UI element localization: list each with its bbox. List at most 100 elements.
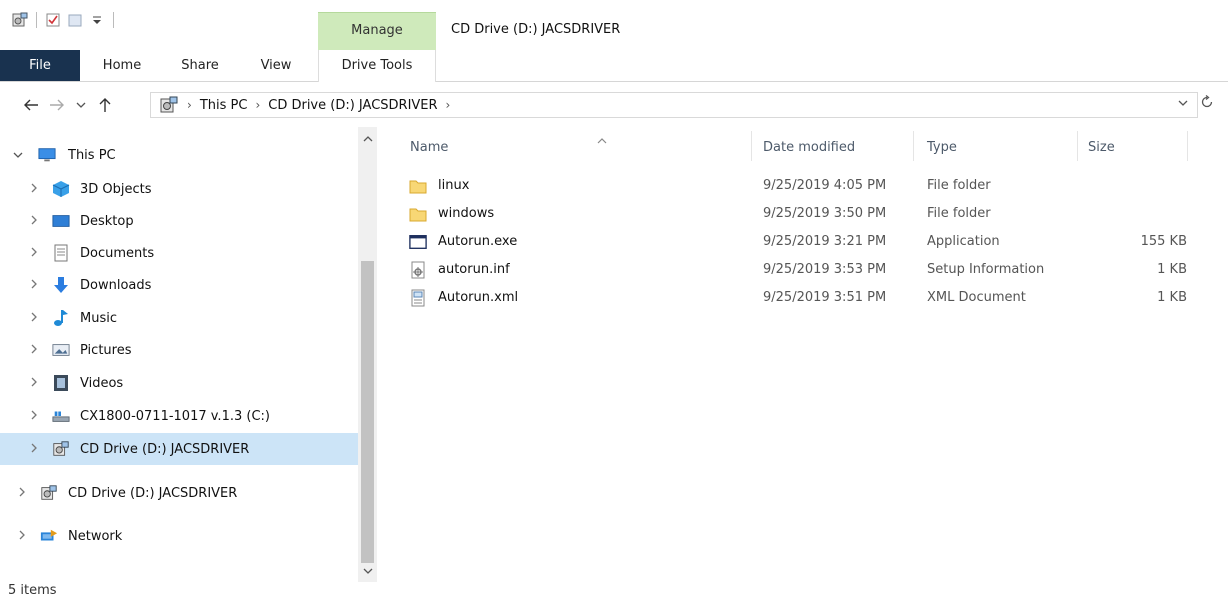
file-name: Autorun.exe (438, 234, 518, 249)
item-count: 5 items (8, 583, 57, 598)
chevron-down-icon (76, 102, 86, 108)
chevron-right-icon[interactable] (28, 343, 40, 357)
nav-item-label: This PC (68, 147, 116, 163)
manage-tab-label[interactable]: Manage (318, 23, 436, 38)
drive-icon[interactable] (12, 12, 28, 28)
nav-item-local-disk-c[interactable]: CX1800-0711-1017 v.1.3 (C:) (0, 400, 358, 432)
chevron-right-icon[interactable] (16, 486, 28, 500)
xml-document-icon (409, 289, 427, 307)
file-row[interactable]: Autorun.exe 9/25/2019 3:21 PM Applicatio… (405, 228, 1205, 256)
file-size: 1 KB (1157, 290, 1187, 305)
music-icon (52, 309, 70, 327)
file-row[interactable]: Autorun.xml 9/25/2019 3:51 PM XML Docume… (405, 284, 1205, 312)
column-divider[interactable] (913, 131, 914, 161)
column-divider[interactable] (1077, 131, 1078, 161)
file-size (1097, 200, 1187, 228)
column-header-date[interactable]: Date modified (763, 127, 913, 169)
tab-file[interactable]: File (0, 50, 80, 81)
network-icon (40, 527, 58, 545)
chevron-right-icon[interactable] (28, 409, 40, 423)
navigation-scrollbar[interactable] (358, 127, 377, 582)
nav-item-network[interactable]: Network (0, 520, 358, 552)
application-icon (409, 233, 427, 251)
hard-drive-icon (52, 407, 70, 425)
nav-item-3d-objects[interactable]: 3D Objects (0, 173, 358, 205)
title-bar: Manage CD Drive (D:) JACSDRIVER (0, 0, 1228, 50)
chevron-right-icon[interactable] (16, 529, 28, 543)
nav-item-desktop[interactable]: Desktop (0, 205, 358, 237)
up-button[interactable] (94, 94, 116, 116)
file-type: XML Document (927, 290, 1026, 305)
nav-item-this-pc[interactable]: This PC (0, 139, 358, 171)
nav-item-label: CD Drive (D:) JACSDRIVER (80, 441, 250, 457)
breadcrumb-separator: › (187, 98, 192, 112)
nav-item-videos[interactable]: Videos (0, 367, 358, 399)
scroll-down-icon[interactable] (358, 565, 377, 578)
chevron-right-icon[interactable] (28, 442, 40, 456)
nav-item-documents[interactable]: Documents (0, 237, 358, 269)
chevron-right-icon[interactable] (28, 182, 40, 196)
nav-item-label: CD Drive (D:) JACSDRIVER (68, 485, 238, 501)
manage-tab-group: Manage (318, 12, 436, 50)
nav-item-cd-drive[interactable]: CD Drive (D:) JACSDRIVER (0, 433, 358, 465)
recent-locations-button[interactable] (70, 94, 92, 116)
column-header-name[interactable]: Name (410, 127, 750, 169)
back-button[interactable] (20, 94, 42, 116)
sort-ascending-icon (597, 121, 607, 163)
chevron-right-icon[interactable] (28, 246, 40, 260)
forward-button[interactable] (46, 94, 68, 116)
nav-item-label: Documents (80, 245, 155, 261)
breadcrumb-cd-drive[interactable]: CD Drive (D:) JACSDRIVER (268, 98, 437, 113)
tab-view[interactable]: View (246, 50, 306, 81)
up-arrow-icon (99, 98, 111, 112)
nav-item-label: 3D Objects (80, 181, 152, 197)
file-date: 9/25/2019 3:53 PM (763, 262, 887, 277)
new-folder-icon[interactable] (67, 12, 83, 28)
nav-item-label: CX1800-0711-1017 v.1.3 (C:) (80, 408, 270, 424)
scroll-up-icon[interactable] (358, 133, 377, 146)
refresh-button[interactable] (1200, 94, 1214, 113)
address-dropdown-button[interactable] (1178, 96, 1188, 110)
tab-share[interactable]: Share (170, 50, 230, 81)
breadcrumb-separator: › (445, 98, 451, 112)
column-divider[interactable] (751, 131, 752, 161)
setup-info-icon (409, 261, 427, 279)
toolbar-separator (36, 12, 37, 28)
address-bar[interactable]: › This PC › CD Drive (D:) JACSDRIVER › (150, 92, 1198, 118)
chevron-right-icon[interactable] (28, 311, 40, 325)
nav-item-pictures[interactable]: Pictures (0, 334, 358, 366)
file-name: windows (438, 206, 495, 221)
nav-item-cd-drive-root[interactable]: CD Drive (D:) JACSDRIVER (0, 477, 358, 509)
nav-item-music[interactable]: Music (0, 302, 358, 334)
file-date: 9/25/2019 3:21 PM (763, 234, 887, 249)
file-type: Application (927, 234, 1000, 249)
pc-icon (38, 146, 56, 164)
file-row[interactable]: linux 9/25/2019 4:05 PM File folder (405, 172, 1205, 200)
file-name: autorun.inf (438, 262, 510, 277)
chevron-right-icon[interactable] (28, 376, 40, 390)
nav-item-downloads[interactable]: Downloads (0, 269, 358, 301)
column-divider[interactable] (1187, 131, 1188, 161)
file-row[interactable]: windows 9/25/2019 3:50 PM File folder (405, 200, 1205, 228)
file-row[interactable]: autorun.inf 9/25/2019 3:53 PM Setup Info… (405, 256, 1205, 284)
videos-icon (52, 374, 70, 392)
chevron-right-icon[interactable] (28, 278, 40, 292)
file-type: File folder (927, 206, 991, 221)
properties-icon[interactable] (45, 12, 61, 28)
folder-icon (409, 177, 427, 195)
tab-home[interactable]: Home (92, 50, 152, 81)
column-header-type[interactable]: Type (927, 127, 1077, 169)
scrollbar-thumb[interactable] (361, 261, 374, 563)
customize-dropdown-icon[interactable] (89, 12, 105, 28)
chevron-right-icon[interactable] (28, 214, 40, 228)
column-header-size[interactable]: Size (1088, 127, 1188, 169)
file-size: 1 KB (1157, 262, 1187, 277)
nav-item-label: Network (68, 528, 123, 544)
breadcrumb-this-pc[interactable]: This PC (200, 98, 248, 113)
chevron-down-icon[interactable] (12, 148, 24, 162)
nav-item-label: Desktop (80, 213, 134, 229)
cd-drive-icon (40, 484, 58, 502)
tab-drive-tools[interactable]: Drive Tools (318, 50, 436, 82)
3d-objects-icon (52, 180, 70, 198)
navigation-pane: This PC 3D Objects Desktop Documents Dow… (0, 127, 378, 582)
